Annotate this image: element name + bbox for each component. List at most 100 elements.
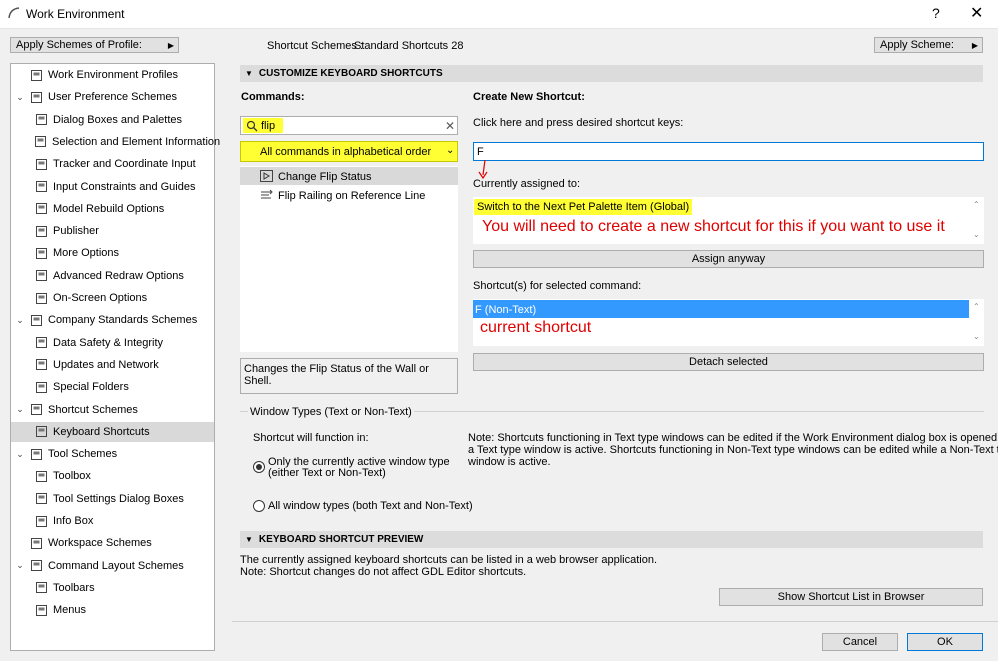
command-search-box[interactable]: flip ✕: [240, 116, 458, 135]
selection-icon: [34, 135, 47, 149]
commands-list[interactable]: Change Flip Status Flip Railing on Refere…: [240, 166, 458, 352]
command-list-item[interactable]: Flip Railing on Reference Line: [240, 186, 458, 204]
search-input[interactable]: flip: [261, 120, 275, 132]
clear-search-icon[interactable]: ✕: [445, 119, 455, 133]
tree-item[interactable]: ⌄ Company Standards Schemes: [11, 310, 214, 330]
customize-section-header[interactable]: ▼ CUSTOMIZE KEYBOARD SHORTCUTS: [240, 65, 983, 82]
expand-chevron-icon[interactable]: ⌄: [15, 92, 25, 103]
tree-item[interactable]: Info Box: [11, 511, 214, 531]
tree-item[interactable]: On-Screen Options: [11, 288, 214, 308]
create-shortcut-label: Create New Shortcut:: [473, 91, 585, 103]
network-icon: [34, 358, 48, 372]
tree-item-label: Workspace Schemes: [48, 537, 152, 550]
tree-item[interactable]: Toolbars: [11, 578, 214, 598]
scroll-down-icon[interactable]: ⌄: [973, 230, 980, 239]
tree-item[interactable]: Work Environment Profiles: [11, 65, 214, 85]
assign-anyway-button[interactable]: Assign anyway: [473, 250, 984, 268]
tree-item-label: Company Standards Schemes: [48, 314, 198, 327]
command-list-item[interactable]: Change Flip Status: [240, 167, 458, 185]
tree-item[interactable]: ⌄ Command Layout Schemes: [11, 556, 214, 576]
folders-icon: [34, 380, 48, 394]
apply-scheme-dropdown[interactable]: Apply Scheme: ▶: [874, 37, 983, 53]
settings-tree[interactable]: Work Environment Profiles ⌄ User Preferenc…: [10, 63, 220, 651]
tree-item-label: Menus: [53, 604, 87, 617]
tree-item[interactable]: Keyboard Shortcuts: [11, 421, 214, 442]
tree-item[interactable]: Model Rebuild Options: [11, 199, 214, 219]
expand-chevron-icon[interactable]: ⌄: [15, 560, 25, 571]
expand-chevron-icon[interactable]: ⌄: [15, 315, 25, 326]
footer-divider: [232, 621, 998, 622]
window-types-note-line2: a Text type window is active. Shortcuts …: [468, 444, 998, 456]
keyboard-shortcuts-icon: [34, 425, 48, 439]
tree-item[interactable]: ⌄ User Preference Schemes: [11, 87, 214, 107]
tree-item[interactable]: Input Constraints and Guides: [11, 177, 214, 197]
tree-item[interactable]: ⌄ Tool Schemes: [11, 444, 214, 464]
more-options-icon: [34, 246, 48, 260]
shortcut-schemes-value: Standard Shortcuts 28: [354, 40, 464, 52]
radio-active-window[interactable]: [253, 461, 265, 473]
expand-chevron-icon[interactable]: ⌄: [15, 449, 25, 460]
tree-item[interactable]: Menus: [11, 600, 214, 620]
scroll-up-icon[interactable]: ⌃: [973, 302, 980, 311]
close-button[interactable]: ✕: [970, 3, 983, 23]
tool-schemes-icon: [29, 447, 43, 461]
annotation-current-shortcut: current shortcut: [480, 319, 592, 336]
tree-item[interactable]: Advanced Redraw Options: [11, 266, 214, 286]
shortcut-list-item[interactable]: F (Non-Text): [473, 300, 969, 318]
shortcuts-list[interactable]: F (Non-Text) current shortcut ⌃ ⌄: [473, 299, 984, 346]
tree-item-label: Tracker and Coordinate Input: [53, 158, 196, 171]
shortcut-schemes-label: Shortcut Schemes :: [267, 40, 363, 52]
scroll-down-icon[interactable]: ⌄: [973, 332, 980, 341]
tree-item-label: Work Environment Profiles: [48, 69, 179, 81]
tree-item[interactable]: Data Safety & Integrity: [11, 333, 214, 353]
tree-item[interactable]: Dialog Boxes and Palettes: [11, 110, 214, 130]
scroll-up-icon[interactable]: ⌃: [973, 200, 980, 209]
tree-item[interactable]: Tracker and Coordinate Input: [11, 154, 214, 174]
tree-item[interactable]: Publisher: [11, 221, 214, 241]
currently-assigned-box: Switch to the Next Pet Palette Item (Glo…: [473, 197, 984, 244]
tree-item-label: Keyboard Shortcuts: [53, 425, 150, 438]
tree-item[interactable]: Toolbox: [11, 466, 214, 486]
company-schemes-icon: [29, 313, 43, 327]
tree-item-label: Toolbars: [53, 581, 95, 594]
tracker-icon: [34, 157, 48, 171]
info-box-icon: [34, 514, 48, 528]
tree-item-label: On-Screen Options: [53, 292, 148, 304]
help-button[interactable]: ?: [932, 5, 940, 21]
expand-chevron-icon[interactable]: ⌄: [15, 404, 25, 415]
option-all-windows: All window types (both Text and Non-Text…: [268, 500, 473, 512]
tree-item-label: Updates and Network: [53, 358, 159, 371]
show-shortcut-list-button[interactable]: Show Shortcut List in Browser: [719, 588, 983, 606]
preview-section-header[interactable]: ▼ KEYBOARD SHORTCUT PREVIEW: [240, 531, 983, 548]
radio-all-windows[interactable]: [253, 500, 265, 512]
tree-item[interactable]: ⌄ Shortcut Schemes: [11, 400, 214, 420]
cancel-button[interactable]: Cancel: [822, 633, 898, 651]
tree-item[interactable]: Workspace Schemes: [11, 533, 214, 553]
tree-item[interactable]: Selection and Element Information: [11, 132, 220, 152]
tree-item[interactable]: Updates and Network: [11, 355, 214, 375]
tree-item-label: Tool Settings Dialog Boxes: [53, 492, 184, 505]
tree-item-label: Input Constraints and Guides: [53, 180, 196, 193]
command-filter-dropdown[interactable]: All commands in alphabetical order ⌄: [240, 141, 458, 162]
tree-item[interactable]: Tool Settings Dialog Boxes: [11, 489, 214, 509]
currently-assigned-label: Currently assigned to:: [473, 178, 580, 190]
data-safety-icon: [34, 336, 48, 350]
ok-button[interactable]: OK: [907, 633, 983, 651]
input-constraints-icon: [34, 180, 48, 194]
chevron-right-icon: ▶: [167, 41, 174, 50]
shortcut-key-input[interactable]: F: [473, 142, 984, 161]
tree-item-label: Selection and Element Information: [52, 135, 221, 148]
shortcut-item-label: F (Non-Text): [475, 304, 537, 316]
tree-item[interactable]: Special Folders: [11, 377, 214, 397]
shortcuts-for-command-label: Shortcut(s) for selected command:: [473, 280, 642, 292]
apply-profile-dropdown[interactable]: Apply Schemes of Profile: ▶: [10, 37, 179, 53]
detach-selected-button[interactable]: Detach selected: [473, 353, 984, 371]
workspace-icon: [29, 536, 43, 550]
tree-item-label: Command Layout Schemes: [48, 559, 184, 572]
annotation-need-new-shortcut: You will need to create a new shortcut f…: [482, 218, 945, 235]
preview-header-label: KEYBOARD SHORTCUT PREVIEW: [258, 534, 424, 545]
tree-item[interactable]: More Options: [11, 243, 214, 263]
tool-settings-icon: [34, 492, 48, 506]
collapse-triangle-icon: ▼: [245, 535, 253, 544]
press-keys-hint: Click here and press desired shortcut ke…: [473, 117, 684, 129]
